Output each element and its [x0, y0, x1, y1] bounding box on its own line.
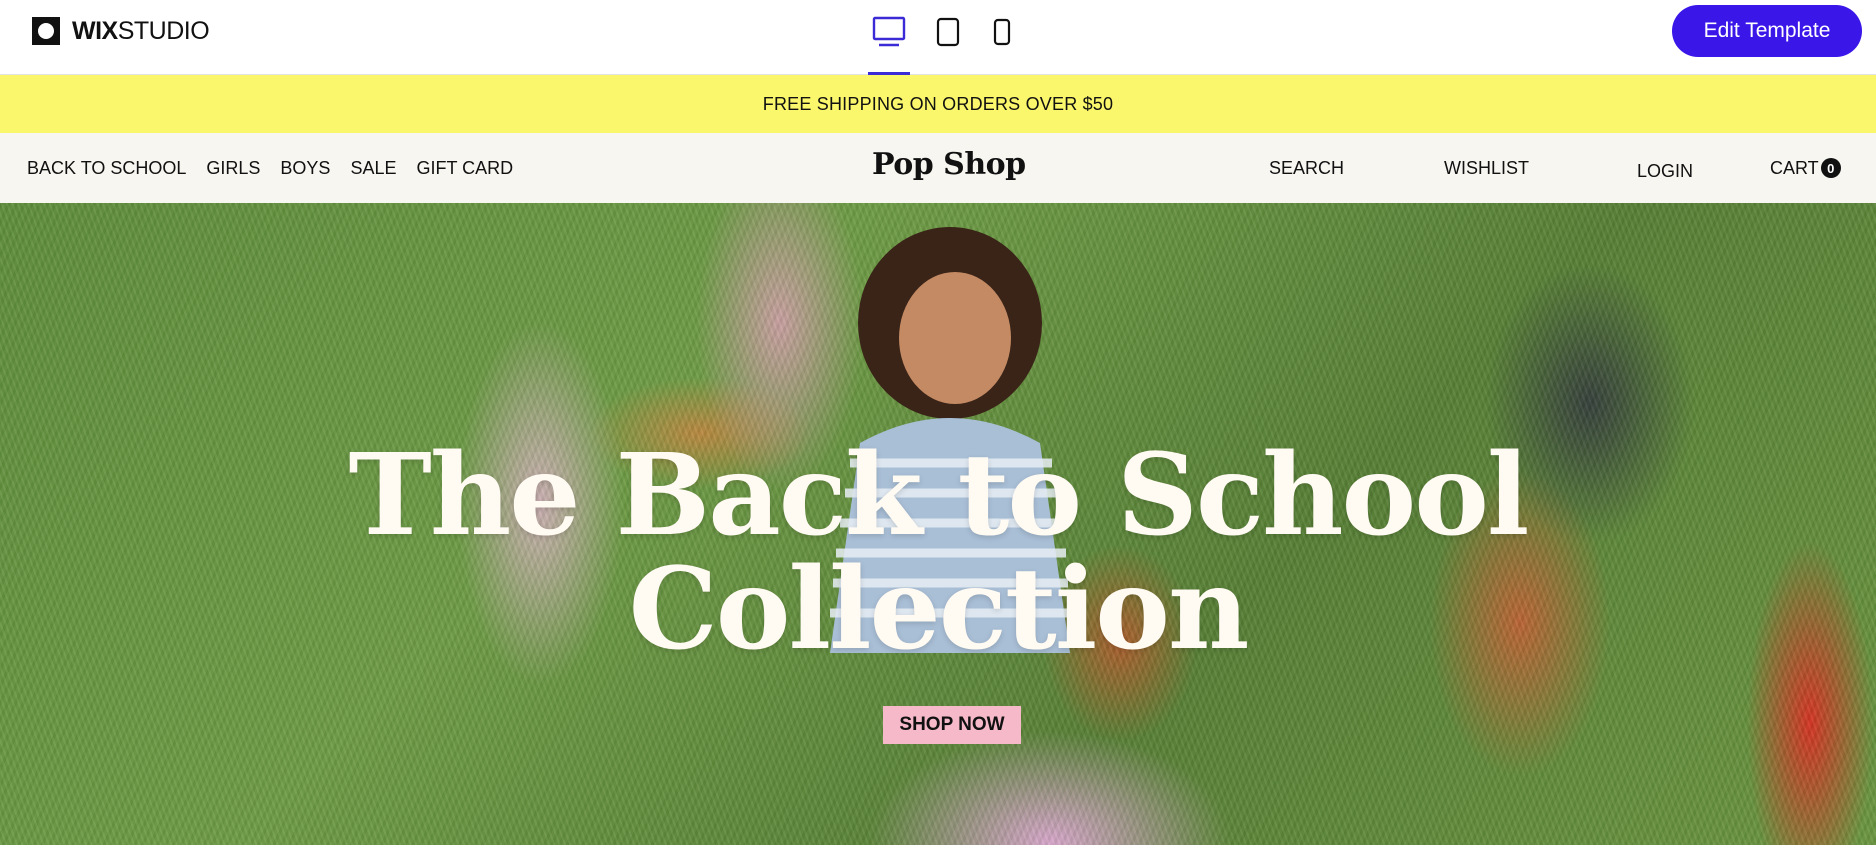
wix-wordmark: WIXSTUDIO: [72, 16, 210, 46]
desktop-icon: [872, 16, 906, 47]
site-header: BACK TO SCHOOL GIRLS BOYS SALE GIFT CARD…: [0, 133, 1876, 203]
wishlist-link[interactable]: WISHLIST: [1444, 133, 1529, 203]
search-link[interactable]: SEARCH: [1269, 133, 1344, 203]
hero-title-line-2: Collection: [628, 544, 1250, 675]
nav-gift-card[interactable]: GIFT CARD: [416, 158, 513, 179]
mobile-view-button[interactable]: [986, 12, 1018, 52]
cart-label: CART: [1770, 157, 1819, 178]
hero-title-line-1: The Back to School: [348, 430, 1530, 561]
wix-studio-logo[interactable]: WIXSTUDIO: [32, 16, 210, 46]
desktop-view-button[interactable]: [868, 12, 910, 52]
tablet-icon: [936, 17, 960, 47]
login-link[interactable]: LOGIN: [1637, 136, 1693, 206]
nav-girls[interactable]: GIRLS: [206, 158, 260, 179]
wix-wordmark-light: STUDIO: [117, 16, 210, 45]
edit-template-button[interactable]: Edit Template: [1672, 5, 1862, 57]
editor-top-bar: WIXSTUDIO Edit Template: [0, 0, 1876, 75]
hero-banner: The Back to School Collection SHOP NOW: [0, 203, 1876, 845]
nav-boys[interactable]: BOYS: [280, 158, 330, 179]
main-nav: BACK TO SCHOOL GIRLS BOYS SALE GIFT CARD: [27, 133, 533, 203]
promo-text: FREE SHIPPING ON ORDERS OVER $50: [762, 93, 1114, 114]
promo-bar: FREE SHIPPING ON ORDERS OVER $50: [0, 75, 1876, 133]
hero-title: The Back to School Collection: [0, 439, 1876, 667]
nav-sale[interactable]: SALE: [350, 158, 396, 179]
shop-now-button[interactable]: SHOP NOW: [883, 706, 1021, 744]
cart-link[interactable]: CART 0: [1770, 133, 1841, 203]
tablet-view-button[interactable]: [930, 12, 966, 52]
mobile-icon: [993, 18, 1011, 46]
nav-back-to-school[interactable]: BACK TO SCHOOL: [27, 158, 186, 179]
wix-wordmark-bold: WIX: [72, 16, 118, 45]
device-switcher: [868, 0, 1032, 75]
site-logo[interactable]: Pop Shop: [872, 147, 1026, 182]
cart-count-badge: 0: [1820, 158, 1841, 178]
wix-logo-icon: [32, 17, 60, 45]
